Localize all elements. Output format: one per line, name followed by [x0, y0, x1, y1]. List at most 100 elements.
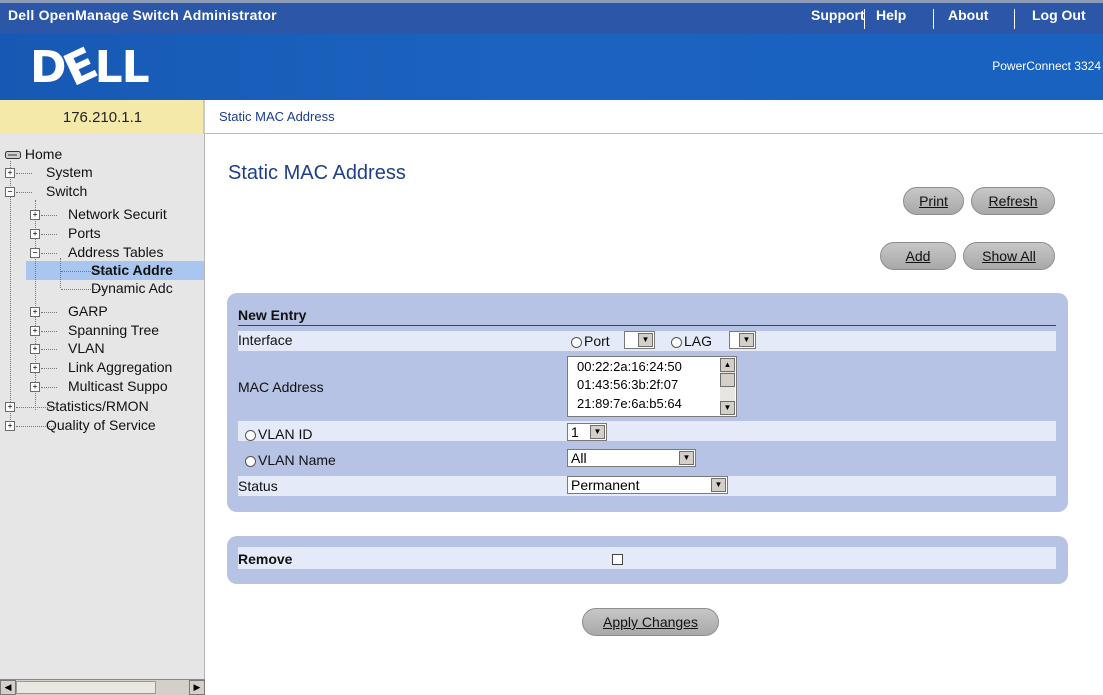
remove-label: Remove	[238, 551, 293, 567]
help-link[interactable]: Help	[876, 7, 906, 23]
mac-option[interactable]: 21:89:7e:6a:b5:64	[577, 396, 682, 411]
tree-connector	[41, 312, 57, 313]
mac-option[interactable]: 00:22:2a:16:24:50	[577, 359, 682, 374]
mac-address-label: MAC Address	[238, 379, 324, 395]
tree-item-address-tables[interactable]: Address Tables	[68, 244, 163, 260]
mac-option[interactable]: 01:43:56:3b:2f:07	[577, 377, 678, 392]
top-bar: Dell OpenManage Switch Administrator Sup…	[0, 0, 1103, 34]
logout-link[interactable]: Log Out	[1032, 7, 1086, 23]
port-label: Port	[584, 333, 610, 349]
lag-select[interactable]: ▼	[729, 331, 756, 349]
horizontal-scrollbar[interactable]: ◀ ▶	[0, 679, 205, 695]
show-all-button[interactable]: Show All	[963, 242, 1055, 270]
expand-icon[interactable]: +	[30, 344, 40, 354]
chevron-down-icon[interactable]: ▼	[739, 333, 754, 347]
tree-connector	[41, 368, 57, 369]
scroll-down-icon[interactable]: ▼	[720, 401, 735, 415]
vlan-id-label: VLAN ID	[258, 426, 313, 442]
breadcrumb: Static MAC Address	[205, 100, 1103, 134]
separator	[1014, 9, 1015, 29]
remove-checkbox[interactable]	[612, 554, 623, 565]
product-name: PowerConnect 3324	[992, 59, 1101, 73]
expand-icon[interactable]: +	[30, 229, 40, 239]
status-value: Permanent	[571, 477, 640, 493]
lag-radio-option[interactable]: LAG	[671, 333, 712, 349]
lag-label: LAG	[684, 333, 713, 349]
expand-icon[interactable]: +	[5, 168, 15, 178]
port-radio-option[interactable]: Port	[571, 333, 610, 349]
add-button[interactable]: Add	[880, 242, 956, 270]
tree-item-system[interactable]: System	[46, 164, 93, 180]
expand-icon[interactable]: +	[30, 363, 40, 373]
interface-label: Interface	[238, 332, 293, 348]
scroll-left-icon[interactable]: ◀	[0, 680, 16, 695]
tree-item-home[interactable]: Home	[5, 146, 62, 162]
collapse-icon[interactable]: −	[30, 248, 40, 258]
device-ip-box: 176.210.1.1	[0, 100, 205, 134]
chevron-down-icon[interactable]: ▼	[590, 425, 605, 439]
vlan-id-select[interactable]: 1 ▼	[567, 423, 607, 441]
vlan-name-radio-option[interactable]: VLAN Name	[245, 452, 336, 468]
tree-connector	[16, 173, 32, 174]
dell-logo: DELL	[30, 38, 150, 97]
tree-connector	[41, 215, 57, 216]
tree-item-quality-of-service[interactable]: Quality of Service	[46, 417, 156, 433]
vlan-id-value: 1	[571, 424, 579, 440]
tree-item-network-security[interactable]: Network Securit	[68, 206, 167, 222]
scroll-right-icon[interactable]: ▶	[189, 680, 205, 695]
mac-list-scrollbar[interactable]: ▲ ▼	[720, 358, 735, 415]
print-button[interactable]: Print	[903, 187, 964, 215]
vlan-id-radio[interactable]	[245, 429, 256, 441]
scroll-thumb[interactable]	[720, 373, 735, 387]
tree-item-static-address[interactable]: Static Addre	[91, 262, 173, 278]
vlan-name-label: VLAN Name	[258, 452, 336, 468]
support-link[interactable]: Support	[811, 7, 865, 23]
breadcrumb-current: Static MAC Address	[219, 109, 335, 124]
vlan-name-select[interactable]: All ▼	[567, 449, 696, 467]
tree-item-multicast-support[interactable]: Multicast Suppo	[68, 378, 168, 394]
remove-row	[238, 547, 1056, 569]
page-title: Static MAC Address	[228, 162, 406, 184]
tree-connector	[41, 349, 57, 350]
apply-changes-button[interactable]: Apply Changes	[582, 608, 719, 636]
port-select[interactable]: ▼	[624, 331, 655, 349]
status-select[interactable]: Permanent ▼	[567, 476, 728, 494]
tree-item-switch[interactable]: Switch	[46, 183, 87, 199]
expand-icon[interactable]: +	[30, 382, 40, 392]
chevron-down-icon[interactable]: ▼	[679, 451, 694, 465]
about-link[interactable]: About	[948, 7, 988, 23]
port-radio[interactable]	[571, 336, 582, 348]
scroll-thumb[interactable]	[16, 681, 156, 694]
app-title: Dell OpenManage Switch Administrator	[8, 7, 277, 23]
vlan-id-row	[238, 421, 1056, 441]
tree-item-ports[interactable]: Ports	[68, 225, 101, 241]
separator	[864, 9, 865, 29]
tree-item-garp[interactable]: GARP	[68, 303, 108, 319]
tree-item-spanning-tree[interactable]: Spanning Tree	[68, 322, 159, 338]
tree-item-vlan[interactable]: VLAN	[68, 340, 105, 356]
scroll-up-icon[interactable]: ▲	[720, 358, 735, 372]
mac-address-listbox[interactable]: 00:22:2a:16:24:50 01:43:56:3b:2f:07 21:8…	[567, 356, 737, 417]
chevron-down-icon[interactable]: ▼	[638, 333, 653, 347]
lag-radio[interactable]	[671, 336, 682, 348]
expand-icon[interactable]: +	[5, 402, 15, 412]
refresh-button[interactable]: Refresh	[971, 187, 1055, 215]
expand-icon[interactable]: +	[30, 307, 40, 317]
chevron-down-icon[interactable]: ▼	[711, 478, 726, 492]
tree-connector	[41, 331, 57, 332]
tree-connector	[16, 192, 32, 193]
collapse-icon[interactable]: −	[5, 187, 15, 197]
vlan-name-radio[interactable]	[245, 455, 256, 467]
expand-icon[interactable]: +	[30, 210, 40, 220]
tree-item-statistics-rmon[interactable]: Statistics/RMON	[46, 398, 149, 414]
tree-connector	[41, 387, 57, 388]
device-ip: 176.210.1.1	[62, 109, 143, 126]
expand-icon[interactable]: +	[5, 421, 15, 431]
tree-guide	[60, 258, 61, 288]
expand-icon[interactable]: +	[30, 326, 40, 336]
vlan-id-radio-option[interactable]: VLAN ID	[245, 426, 312, 442]
brand-banner: DELL PowerConnect 3324	[0, 34, 1103, 100]
tree-item-link-aggregation[interactable]: Link Aggregation	[68, 359, 172, 375]
tree-item-dynamic-address[interactable]: Dynamic Adc	[91, 280, 173, 296]
navigation-tree: Home + System − Switch + Network Securit…	[0, 134, 205, 679]
